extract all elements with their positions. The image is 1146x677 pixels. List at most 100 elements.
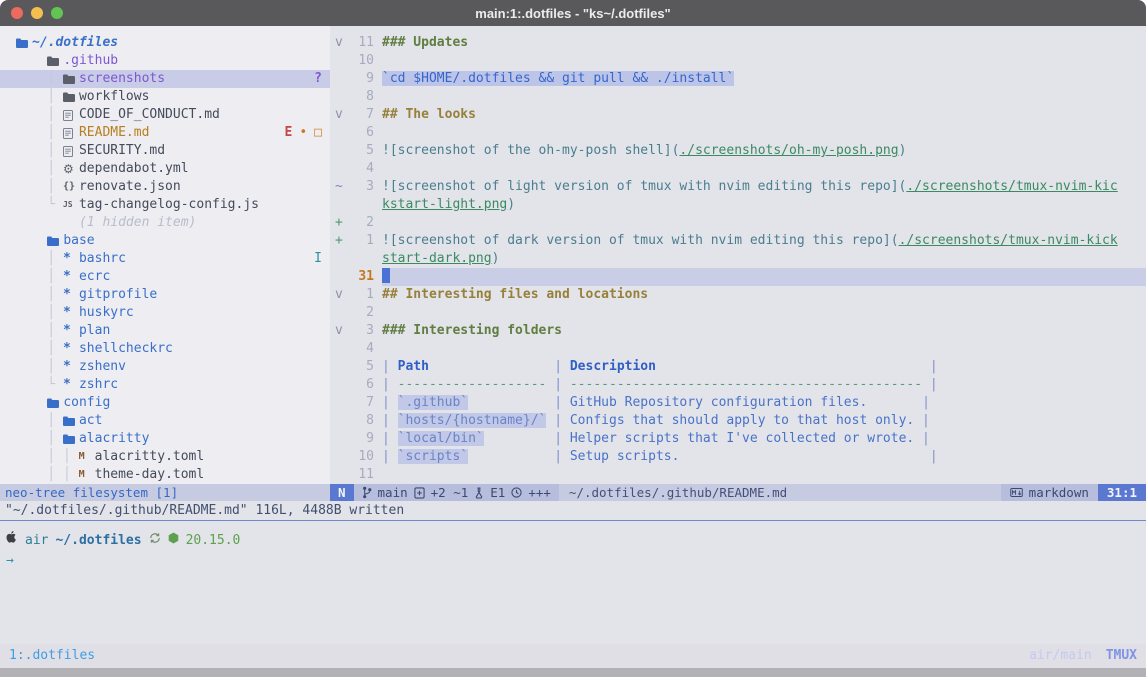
editor-line[interactable]: 4 [330, 160, 1146, 178]
line-content[interactable]: ![screenshot of light version of tmux wi… [382, 178, 1146, 196]
editor-line[interactable]: 10| `scripts` | Setup scripts. | [330, 448, 1146, 466]
editor-line[interactable]: v1## Interesting files and locations [330, 286, 1146, 304]
tree-item--1-hidden-item-[interactable]: (1 hidden item) [0, 214, 330, 232]
gutter-blank [330, 412, 346, 430]
line-content[interactable] [382, 52, 1146, 70]
git-status-badges: ? [314, 70, 322, 88]
line-content[interactable]: | `scripts` | Setup scripts. | [382, 448, 1146, 466]
gutter-blank [330, 52, 346, 70]
tmux-window-tab[interactable]: 1:.dotfiles [9, 644, 95, 668]
tree-item-act[interactable]: │ act [0, 412, 330, 430]
tree-item--github[interactable]: .github [0, 52, 330, 70]
tree-item-dependabot-yml[interactable]: │ ⚙dependabot.yml [0, 160, 330, 178]
folder-icon [47, 56, 63, 66]
gutter-blank [330, 70, 346, 88]
tree-item-workflows[interactable]: │ workflows [0, 88, 330, 106]
editor-line[interactable]: ~3![screenshot of light version of tmux … [330, 178, 1146, 196]
line-content[interactable] [382, 466, 1146, 484]
fold-chevron-icon[interactable]: v [330, 34, 346, 52]
text-segment: ![screenshot of the oh-my-posh shell]( [382, 143, 679, 158]
tree-item-base[interactable]: base [0, 232, 330, 250]
editor-line[interactable]: +1![screenshot of dark version of tmux w… [330, 232, 1146, 250]
line-content[interactable] [382, 340, 1146, 358]
line-content[interactable] [382, 268, 1146, 286]
editor-line[interactable]: 4 [330, 340, 1146, 358]
tree-item-ecrc[interactable]: │ *ecrc [0, 268, 330, 286]
tree-item-zshenv[interactable]: │ *zshenv [0, 358, 330, 376]
line-content[interactable]: ![screenshot of dark version of tmux wit… [382, 232, 1146, 250]
editor-line[interactable]: kstart-light.png) [330, 196, 1146, 214]
text-segment: kstart-light.png [382, 197, 507, 212]
tree-item-zshrc[interactable]: └ *zshrc [0, 376, 330, 394]
editor-line[interactable]: 9| `local/bin` | Helper scripts that I'v… [330, 430, 1146, 448]
editor-line[interactable]: 5![screenshot of the oh-my-posh shell](.… [330, 142, 1146, 160]
tree-item-security-md[interactable]: │ SECURITY.md [0, 142, 330, 160]
tree-item-tag-changelog-config-js[interactable]: └ JStag-changelog-config.js [0, 196, 330, 214]
editor-line[interactable]: start-dark.png) [330, 250, 1146, 268]
line-content[interactable]: | Path | Description | [382, 358, 1146, 376]
line-content[interactable] [382, 124, 1146, 142]
line-content[interactable]: ### Updates [382, 34, 1146, 52]
line-content[interactable]: | ------------------- | ----------------… [382, 376, 1146, 394]
line-content[interactable]: | `.github` | GitHub Repository configur… [382, 394, 1146, 412]
tree-item-alacritty[interactable]: │ alacritty [0, 430, 330, 448]
tree-item-screenshots[interactable]: │ screenshots? [0, 70, 330, 88]
editor-line[interactable]: +2 [330, 214, 1146, 232]
line-content[interactable]: kstart-light.png) [382, 196, 1146, 214]
editor-line[interactable]: v11### Updates [330, 34, 1146, 52]
prompt-arrow[interactable]: → [6, 551, 1140, 571]
line-content[interactable]: ![screenshot of the oh-my-posh shell](./… [382, 142, 1146, 160]
text-segment: | [382, 377, 398, 392]
shell-pane[interactable]: air ~/.dotfiles 20.15.0 → [0, 521, 1146, 644]
indent-guide [16, 52, 47, 70]
line-content[interactable] [382, 214, 1146, 232]
editor-line[interactable]: v7## The looks [330, 106, 1146, 124]
editor-line[interactable]: v3### Interesting folders [330, 322, 1146, 340]
tree-item-alacritty-toml[interactable]: │ │ Malacritty.toml [0, 448, 330, 466]
line-content[interactable]: | `local/bin` | Helper scripts that I've… [382, 430, 1146, 448]
tree-item--dotfiles[interactable]: ~/.dotfiles [0, 34, 330, 52]
tree-item-huskyrc[interactable]: │ *huskyrc [0, 304, 330, 322]
tree-item-gitprofile[interactable]: │ *gitprofile [0, 286, 330, 304]
line-content[interactable]: ### Interesting folders [382, 322, 1146, 340]
line-content[interactable]: start-dark.png) [382, 250, 1146, 268]
editor-line[interactable]: 2 [330, 304, 1146, 322]
line-content[interactable]: ## Interesting files and locations [382, 286, 1146, 304]
fold-chevron-icon[interactable]: v [330, 322, 346, 340]
tree-item-renovate-json[interactable]: │ {}renovate.json [0, 178, 330, 196]
editor-line[interactable]: 8| `hosts/{hostname}/` | Configs that sh… [330, 412, 1146, 430]
editor-line[interactable]: 6| ------------------- | ---------------… [330, 376, 1146, 394]
tree-item-plan[interactable]: │ *plan [0, 322, 330, 340]
fold-chevron-icon[interactable]: v [330, 286, 346, 304]
editor-line[interactable]: 7| `.github` | GitHub Repository configu… [330, 394, 1146, 412]
tree-item-shellcheckrc[interactable]: │ *shellcheckrc [0, 340, 330, 358]
line-content[interactable]: | `hosts/{hostname}/` | Configs that sho… [382, 412, 1146, 430]
text-segment: Helper scripts that I've collected or wr… [570, 431, 914, 446]
line-number: 1 [346, 232, 374, 250]
line-content[interactable] [382, 304, 1146, 322]
editor-line[interactable]: 9`cd $HOME/.dotfiles && git pull && ./in… [330, 70, 1146, 88]
line-content[interactable] [382, 88, 1146, 106]
line-content[interactable]: `cd $HOME/.dotfiles && git pull && ./ins… [382, 70, 1146, 88]
editor-line[interactable]: 10 [330, 52, 1146, 70]
editor-line[interactable]: 8 [330, 88, 1146, 106]
tree-item-code-of-conduct-md[interactable]: │ CODE_OF_CONDUCT.md [0, 106, 330, 124]
folder-icon [47, 398, 63, 408]
tree-item-config[interactable]: config [0, 394, 330, 412]
editor-line[interactable]: 6 [330, 124, 1146, 142]
tree-item-readme-md[interactable]: │ README.mdE•□ [0, 124, 330, 142]
tree-item-label: zshrc [79, 376, 118, 394]
cursor-line[interactable]: 31 [330, 268, 1146, 286]
star-file-icon: * [63, 286, 79, 304]
fold-chevron-icon[interactable]: v [330, 106, 346, 124]
editor-line[interactable]: 5 | Path | Description | [330, 358, 1146, 376]
tree-item-theme-day-toml[interactable]: │ │ Mtheme-day.toml [0, 466, 330, 484]
line-number: 5 [346, 358, 374, 376]
editor-buffer[interactable]: v11### Updates109`cd $HOME/.dotfiles && … [330, 26, 1146, 484]
editor-line[interactable]: 11 [330, 466, 1146, 484]
text-segment: ## Interesting files and locations [382, 287, 648, 302]
line-content[interactable]: ## The looks [382, 106, 1146, 124]
tree-item-bashrc[interactable]: │ *bashrcI [0, 250, 330, 268]
indent-guide: │ [16, 160, 63, 178]
line-content[interactable] [382, 160, 1146, 178]
